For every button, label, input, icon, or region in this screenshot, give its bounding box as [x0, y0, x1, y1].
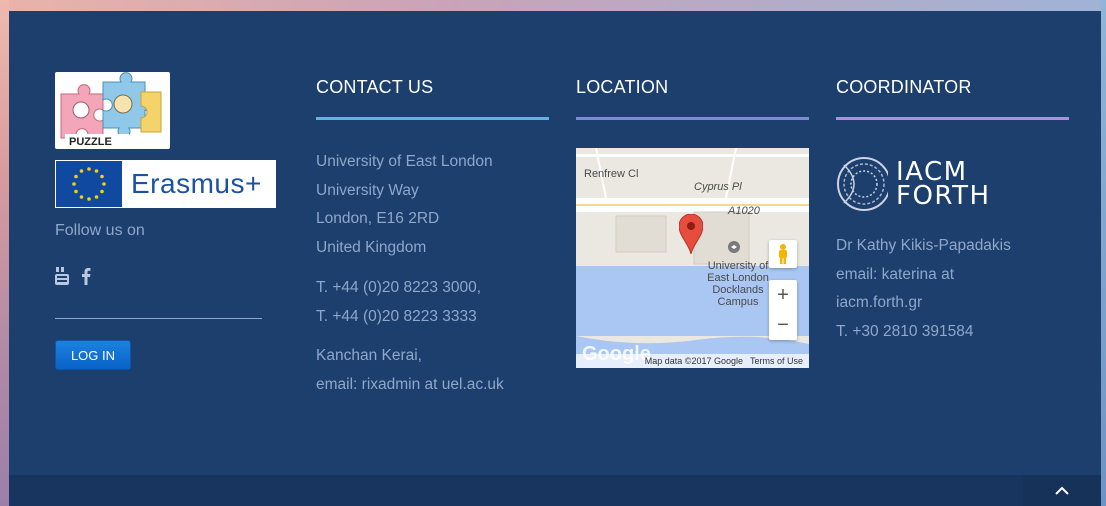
phone-line: T. +44 (0)20 8223 3000, — [316, 279, 482, 296]
iacm-forth-logo[interactable]: IACM FORTH — [836, 153, 1011, 215]
youtube-icon[interactable] — [55, 267, 69, 290]
brand-divider — [55, 318, 262, 319]
map-label-cyprus: Cyprus Pl — [694, 181, 742, 193]
address-line: University Way — [316, 181, 419, 199]
left-edge-gradient — [0, 0, 9, 506]
campus-line: Campus — [717, 296, 759, 308]
facebook-icon[interactable] — [81, 267, 91, 290]
coordinator-phone: T. +30 2810 391584 — [836, 322, 974, 340]
location-map[interactable]: Renfrew Cl Cyprus Pl A1020 University of… — [576, 148, 809, 368]
coordinator-email-domain[interactable]: iacm.forth.gr — [836, 289, 1011, 318]
contact-heading: CONTACT US — [316, 77, 434, 97]
coordinator-details: Dr Kathy Kikis-Papadakis email: katerina… — [836, 232, 1011, 346]
location-heading-underline — [576, 117, 809, 120]
contact-heading-underline — [316, 117, 549, 120]
map-data-credit: Map data ©2017 Google — [644, 356, 743, 366]
campus-line: University of — [707, 260, 769, 272]
contact-name: Kanchan Kerai, — [316, 347, 422, 364]
zoom-out-button[interactable]: − — [769, 310, 797, 340]
contact-email[interactable]: email: rixadmin at uel.ac.uk — [316, 371, 504, 400]
scrollbar-edge — [1101, 0, 1106, 506]
footer-bottom-bar — [9, 475, 1101, 506]
map-terms-link[interactable]: Terms of Use — [750, 356, 803, 366]
social-links — [55, 267, 91, 290]
map-marker-icon[interactable] — [678, 213, 704, 259]
chevron-up-icon — [1055, 486, 1069, 495]
map-attribution: Map data ©2017 Google Terms of Use — [576, 354, 809, 368]
contact-phones: T. +44 (0)20 8223 3000, T. +44 (0)20 822… — [316, 274, 481, 331]
map-label-campus: University of East London Docklands Camp… — [698, 260, 778, 308]
erasmus-plus-text: Erasmus+ — [131, 168, 262, 199]
erasmus-plus-logo[interactable]: Erasmus+ — [55, 160, 276, 208]
zoom-in-button[interactable]: + — [769, 280, 797, 310]
phone-line: T. +44 (0)20 8223 3333 — [316, 307, 477, 325]
address-line: London, E16 2RD — [316, 210, 440, 227]
iacm-forth-text: IACM FORTH — [896, 159, 991, 211]
coordinator-heading-underline — [836, 117, 1069, 120]
map-zoom-controls: + − — [769, 280, 797, 340]
coordinator-email[interactable]: email: katerina at — [836, 261, 1011, 290]
contact-address: University of East London University Way… — [316, 148, 493, 262]
map-label-renfrew: Renfrew Cl — [584, 168, 639, 180]
iacm-globe-icon — [837, 157, 888, 211]
address-line: United Kingdom — [316, 238, 427, 256]
coordinator-name: Dr Kathy Kikis-Papadakis — [836, 237, 1011, 254]
contact-person: Kanchan Kerai, email: rixadmin at uel.ac… — [316, 342, 504, 399]
follow-us-label: Follow us on — [55, 222, 145, 239]
location-heading: LOCATION — [576, 77, 669, 97]
puzzle-logo[interactable]: PUZZLE — [55, 72, 170, 149]
address-line: University of East London — [316, 153, 493, 170]
puzzle-logo-text: PUZZLE — [69, 136, 112, 148]
coordinator-heading: COORDINATOR — [836, 77, 972, 97]
login-button[interactable]: LOG IN — [55, 340, 131, 370]
campus-line: East London — [707, 272, 769, 284]
puzzle-pieces-image: PUZZLE — [60, 72, 162, 148]
street-view-pegman-icon[interactable] — [769, 240, 797, 268]
top-edge-gradient — [9, 0, 1101, 11]
site-footer: PUZZLE Erasmus+ Follow us on LOG IN CONT… — [9, 11, 1101, 506]
map-label-road: A1020 — [728, 205, 760, 217]
forth-word: FORTH — [896, 181, 991, 211]
university-place-icon — [728, 240, 740, 258]
back-to-top-button[interactable] — [1023, 475, 1101, 506]
campus-line: Docklands — [712, 284, 764, 296]
eu-flag-icon — [56, 161, 122, 207]
